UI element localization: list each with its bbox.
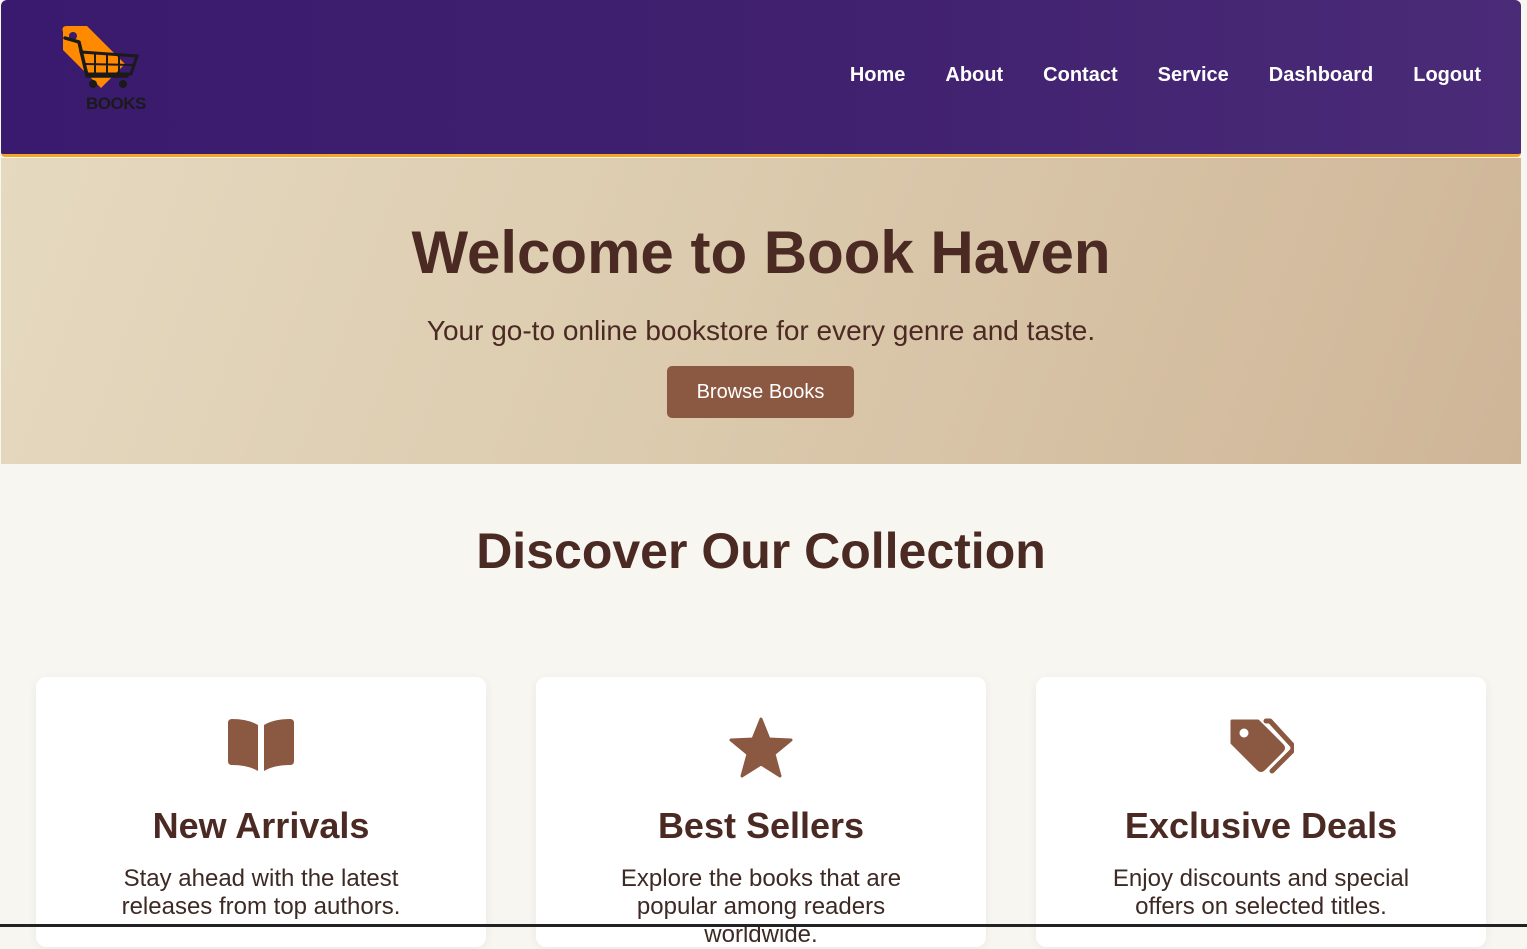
card-title: Exclusive Deals <box>1124 805 1398 846</box>
card-new-arrivals[interactable]: New Arrivals Stay ahead with the latest … <box>36 677 486 947</box>
star-icon <box>729 717 793 778</box>
nav-about[interactable]: About <box>945 64 1003 87</box>
card-text: Stay ahead with the latest releases from… <box>121 865 401 920</box>
hero-subtitle: Your go-to online bookstore for every ge… <box>426 315 1096 346</box>
collection-title: Discover Our Collection <box>476 523 1046 579</box>
logo-text: BOOKS <box>86 94 146 113</box>
nav-logout[interactable]: Logout <box>1413 64 1481 87</box>
nav-service[interactable]: Service <box>1158 64 1229 87</box>
hero-title: Welcome to Book Haven <box>411 219 1111 286</box>
card-text: Explore the books that are popular among… <box>620 865 902 948</box>
card-text: Enjoy discounts and special offers on se… <box>1112 865 1410 920</box>
hero-section: Welcome to Book Haven Your go-to online … <box>1 158 1521 464</box>
book-open-icon <box>228 719 294 771</box>
card-title: Best Sellers <box>657 805 865 846</box>
tags-icon <box>1230 718 1294 774</box>
main-nav: Home About Contact Service Dashboard Log… <box>850 64 1481 87</box>
nav-dashboard[interactable]: Dashboard <box>1269 64 1373 87</box>
card-title: New Arrivals <box>152 805 370 846</box>
logo[interactable]: BOOKS <box>57 24 153 118</box>
browse-books-button[interactable]: Browse Books <box>667 366 854 418</box>
nav-contact[interactable]: Contact <box>1043 64 1117 87</box>
nav-home[interactable]: Home <box>850 64 906 87</box>
site-header: BOOKS Home About Contact Service Dashboa… <box>1 0 1521 157</box>
card-best-sellers[interactable]: Best Sellers Explore the books that are … <box>536 677 986 948</box>
card-exclusive-deals[interactable]: Exclusive Deals Enjoy discounts and spec… <box>1036 677 1486 947</box>
